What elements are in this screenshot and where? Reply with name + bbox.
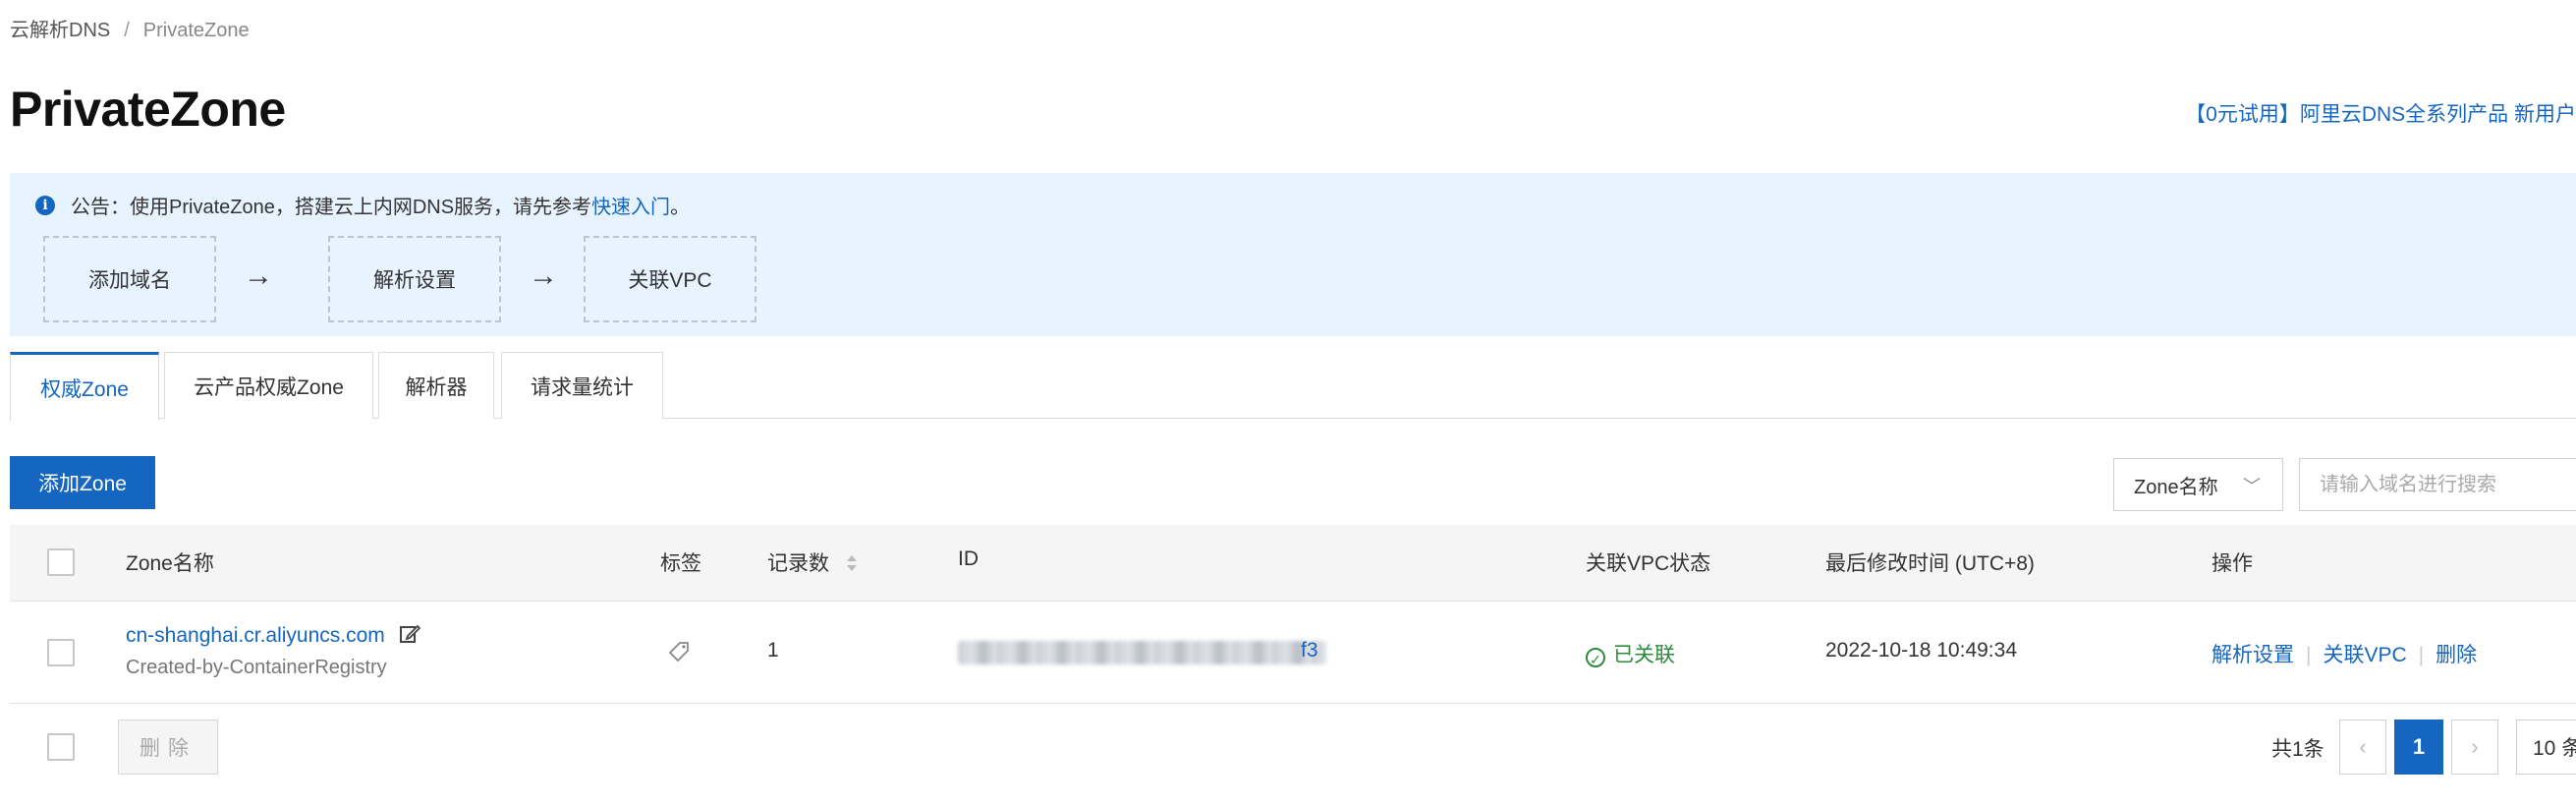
blurred-id-redaction: [958, 641, 1326, 664]
step-dns-settings: 解析设置: [328, 236, 501, 322]
last-modified: 2022-10-18 10:49:34: [1825, 639, 2017, 662]
promo-link[interactable]: 【0元试用】阿里云DNS全系列产品 新用户: [2185, 98, 2576, 128]
bind-vpc-link[interactable]: 关联VPC: [2323, 644, 2406, 666]
header-zone-name: Zone名称: [126, 552, 214, 575]
step-add-domain: 添加域名: [43, 236, 216, 322]
notice-panel: i 公告：使用PrivateZone，搭建云上内网DNS服务，请先参考 快速入门。…: [10, 173, 2576, 336]
notice-text: i 公告：使用PrivateZone，搭建云上内网DNS服务，请先参考 快速入门。: [35, 191, 690, 219]
zone-description: Created-by-ContainerRegistry: [126, 657, 387, 678]
batch-delete-button[interactable]: 删除: [118, 720, 218, 775]
delete-link[interactable]: 删除: [2436, 644, 2477, 666]
vpc-status-text: 已关联: [1613, 644, 1675, 666]
page-1-button[interactable]: 1: [2394, 720, 2443, 775]
next-page-button[interactable]: ›: [2451, 720, 2498, 775]
tab-cloud-product-zone[interactable]: 云产品权威Zone: [164, 352, 373, 419]
header-id: ID: [958, 547, 979, 570]
info-icon: i: [35, 195, 55, 215]
header-record-count[interactable]: 记录数: [767, 547, 859, 577]
row-checkbox[interactable]: [47, 639, 75, 666]
filter-select[interactable]: Zone名称 ﹀: [2113, 458, 2283, 511]
filter-select-value: Zone名称: [2134, 476, 2218, 498]
header-actions: 操作: [2212, 552, 2253, 575]
tag-icon[interactable]: [667, 640, 691, 663]
breadcrumb-current: PrivateZone: [142, 20, 250, 41]
sort-icon[interactable]: [845, 552, 859, 574]
tab-request-stats[interactable]: 请求量统计: [501, 352, 663, 419]
add-zone-button[interactable]: 添加Zone: [10, 456, 155, 509]
footer-select-all-checkbox[interactable]: [47, 733, 75, 761]
row-actions: 解析设置 | 关联VPC | 删除: [2212, 639, 2477, 668]
tab-authoritative-zone[interactable]: 权威Zone: [10, 352, 159, 421]
dns-settings-link[interactable]: 解析设置: [2212, 644, 2294, 666]
page-size-select[interactable]: 10 条/页: [2516, 720, 2576, 775]
record-count: 1: [767, 639, 779, 662]
arrow-right-icon: →: [244, 259, 273, 292]
header-vpc-status: 关联VPC状态: [1586, 552, 1711, 575]
total-count: 共1条: [2271, 738, 2324, 761]
action-divider: |: [2306, 644, 2312, 666]
check-circle-icon: ✓: [1586, 648, 1605, 667]
zone-name-link[interactable]: cn-shanghai.cr.aliyuncs.com: [126, 624, 385, 647]
edit-icon[interactable]: [399, 623, 420, 645]
zone-name-cell: cn-shanghai.cr.aliyuncs.com: [126, 623, 420, 648]
search-input[interactable]: [2299, 458, 2576, 511]
page-size-value: 10 条/页: [2533, 737, 2576, 760]
header-last-modified: 最后修改时间 (UTC+8): [1825, 552, 2035, 575]
notice-suffix: 。: [670, 197, 691, 218]
table-header: [10, 525, 2576, 602]
quick-start-link[interactable]: 快速入门: [591, 191, 670, 219]
page-title: PrivateZone: [10, 82, 286, 137]
breadcrumb-root[interactable]: 云解析DNS: [10, 20, 110, 41]
prev-page-button[interactable]: ‹: [2339, 720, 2386, 775]
arrow-right-icon: →: [529, 259, 558, 292]
vpc-status: ✓ 已关联: [1586, 639, 1675, 668]
chevron-right-icon: ›: [2471, 734, 2479, 759]
chevron-down-icon: ﹀: [2243, 477, 2261, 496]
breadcrumb: 云解析DNS / PrivateZone: [10, 14, 250, 42]
header-tag: 标签: [660, 552, 701, 575]
tab-resolver[interactable]: 解析器: [378, 352, 494, 419]
step-bind-vpc: 关联VPC: [584, 236, 756, 322]
action-divider: |: [2418, 644, 2425, 666]
zone-id-suffix[interactable]: f3: [1301, 639, 1318, 662]
breadcrumb-separator: /: [124, 20, 130, 41]
select-all-checkbox[interactable]: [47, 548, 75, 576]
notice-prefix: 公告：使用PrivateZone，搭建云上内网DNS服务，请先参考: [71, 197, 592, 218]
chevron-left-icon: ‹: [2359, 734, 2367, 759]
header-record-count-label: 记录数: [767, 552, 829, 575]
